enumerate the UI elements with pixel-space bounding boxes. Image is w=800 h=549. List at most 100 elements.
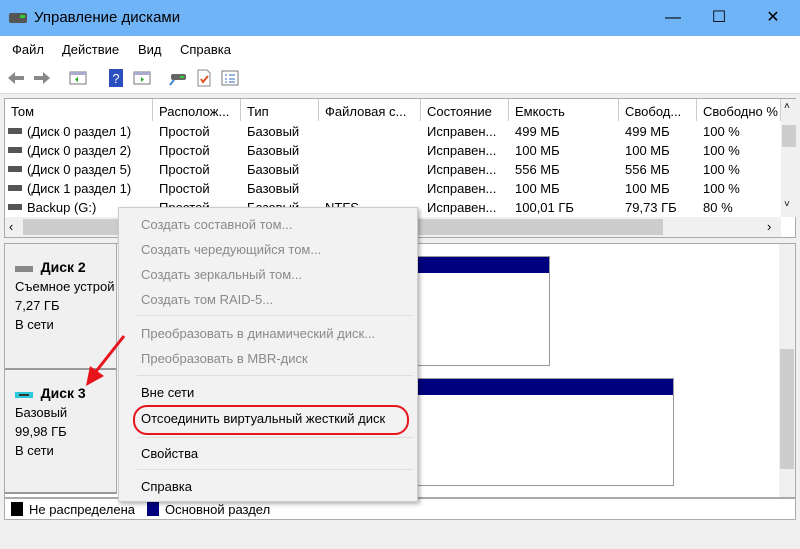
table-cell: 100 МБ — [625, 143, 670, 158]
unallocated-swatch — [11, 502, 23, 516]
checklist-icon[interactable] — [194, 68, 214, 88]
scroll-left-icon[interactable]: ‹ — [9, 219, 13, 234]
volume-icon — [8, 128, 22, 134]
menu-action[interactable]: Действие — [62, 42, 119, 57]
highlight-ellipse — [133, 405, 409, 435]
removable-disk-icon — [15, 265, 33, 272]
vertical-scrollbar[interactable]: ˄ ˅ — [781, 99, 797, 217]
table-cell: Исправен... — [427, 181, 497, 196]
table-cell: 556 МБ — [515, 162, 560, 177]
column-header-filesystem[interactable]: Файловая с... — [319, 99, 421, 121]
volume-icon — [8, 204, 22, 210]
menu-item-properties[interactable]: Свойства — [141, 446, 198, 461]
scroll-thumb[interactable] — [780, 349, 794, 469]
scroll-thumb[interactable] — [782, 125, 796, 147]
column-header-volume[interactable]: Том — [5, 99, 153, 121]
table-cell: 100 % — [703, 181, 740, 196]
table-cell: Простой — [159, 124, 210, 139]
minimize-button[interactable]: — — [650, 0, 696, 36]
column-header-layout[interactable]: Располож... — [153, 99, 241, 121]
menu-file[interactable]: Файл — [12, 42, 44, 57]
table-cell: 100 % — [703, 143, 740, 158]
console-tree-icon[interactable] — [68, 68, 88, 88]
menu-item-create-raid5-volume: Создать том RAID-5... — [141, 292, 274, 307]
legend-primary: Основной раздел — [165, 502, 271, 517]
context-menu: Создать составной том... Создать чередующ… — [118, 207, 418, 502]
table-cell: Backup (G:) — [27, 200, 97, 215]
table-cell: (Диск 0 раздел 2) — [27, 143, 132, 158]
table-cell: Простой — [159, 143, 210, 158]
properties-list-icon[interactable] — [220, 68, 240, 88]
table-cell: 100 МБ — [515, 143, 560, 158]
table-cell: 100 МБ — [515, 181, 560, 196]
table-cell: Базовый — [247, 162, 300, 177]
red-arrow-icon — [86, 335, 126, 386]
menu-item-convert-to-mbr-disk: Преобразовать в MBR-диск — [141, 351, 308, 366]
menu-bar: Файл Действие Вид Справка — [0, 36, 800, 62]
menu-item-create-spanned-volume: Создать составной том... — [141, 217, 293, 232]
table-cell: Простой — [159, 181, 210, 196]
menu-help[interactable]: Справка — [180, 42, 231, 57]
menu-item-create-striped-volume: Создать чередующийся том... — [141, 242, 322, 257]
table-cell: 100 МБ — [625, 181, 670, 196]
table-cell: 100 % — [703, 162, 740, 177]
table-cell: (Диск 0 раздел 1) — [27, 124, 132, 139]
window-title: Управление дисками — [34, 9, 181, 26]
disk-type: Базовый — [15, 405, 68, 420]
table-cell: 79,73 ГБ — [625, 200, 677, 215]
table-cell: 80 % — [703, 200, 733, 215]
forward-icon[interactable] — [32, 68, 52, 88]
disk-status: В сети — [15, 443, 54, 458]
scroll-right-icon[interactable]: › — [767, 219, 771, 234]
table-row[interactable]: (Диск 0 раздел 5) Простой Базовый Исправен.… — [5, 160, 779, 179]
column-header-free[interactable]: Свобод... — [619, 99, 697, 121]
table-cell: 100 % — [703, 124, 740, 139]
table-cell: Базовый — [247, 143, 300, 158]
action-pane-icon[interactable] — [132, 68, 152, 88]
table-row[interactable]: (Диск 0 раздел 1) Простой Базовый Исправен.… — [5, 122, 779, 141]
volume-icon — [8, 185, 22, 191]
menu-item-convert-to-dynamic-disk: Преобразовать в динамический диск... — [141, 326, 376, 341]
help-icon[interactable]: ? — [106, 68, 126, 88]
volume-icon — [8, 147, 22, 153]
legend-unallocated: Не распределена — [29, 502, 136, 517]
menu-view[interactable]: Вид — [138, 42, 162, 57]
back-icon[interactable] — [6, 68, 26, 88]
column-header-capacity[interactable]: Емкость — [509, 99, 619, 121]
table-cell: Исправен... — [427, 124, 497, 139]
svg-text:?: ? — [112, 71, 119, 86]
disk-size: 99,98 ГБ — [15, 424, 67, 439]
menu-item-offline[interactable]: Вне сети — [141, 385, 194, 400]
virtual-disk-icon — [15, 391, 33, 398]
table-row[interactable]: (Диск 0 раздел 2) Простой Базовый Исправен.… — [5, 141, 779, 160]
vertical-scrollbar[interactable] — [779, 244, 795, 497]
volume-icon — [8, 166, 22, 172]
scroll-down-icon[interactable]: ˅ — [784, 199, 790, 210]
scroll-up-icon[interactable]: ˄ — [784, 101, 790, 112]
disk-name: Диск 3 — [40, 385, 86, 401]
table-cell: Базовый — [247, 181, 300, 196]
disk-3-partition[interactable] — [410, 378, 674, 486]
connect-disk-icon[interactable] — [168, 68, 188, 88]
disk-2-partition[interactable] — [410, 256, 550, 366]
menu-item-help[interactable]: Справка — [141, 479, 192, 494]
disk-management-icon — [9, 13, 27, 23]
table-cell: 556 МБ — [625, 162, 670, 177]
close-button[interactable]: ✕ — [750, 0, 796, 36]
disk-name: Диск 2 — [40, 259, 86, 275]
menu-item-create-mirrored-volume: Создать зеркальный том... — [141, 267, 303, 282]
column-header-free-percent[interactable]: Свободно % — [697, 99, 781, 121]
primary-partition-swatch — [147, 502, 159, 516]
table-cell: Исправен... — [427, 162, 497, 177]
table-cell: Базовый — [247, 124, 300, 139]
column-header-type[interactable]: Тип — [241, 99, 319, 121]
table-cell: 499 МБ — [625, 124, 670, 139]
table-cell: 100,01 ГБ — [515, 200, 574, 215]
column-header-status[interactable]: Состояние — [421, 99, 509, 121]
table-cell: (Диск 0 раздел 5) — [27, 162, 132, 177]
table-cell: Исправен... — [427, 200, 497, 215]
toolbar: ? — [0, 62, 800, 94]
table-cell: 499 МБ — [515, 124, 560, 139]
maximize-button[interactable]: ☐ — [696, 0, 742, 36]
table-row[interactable]: (Диск 1 раздел 1) Простой Базовый Исправен.… — [5, 179, 779, 198]
